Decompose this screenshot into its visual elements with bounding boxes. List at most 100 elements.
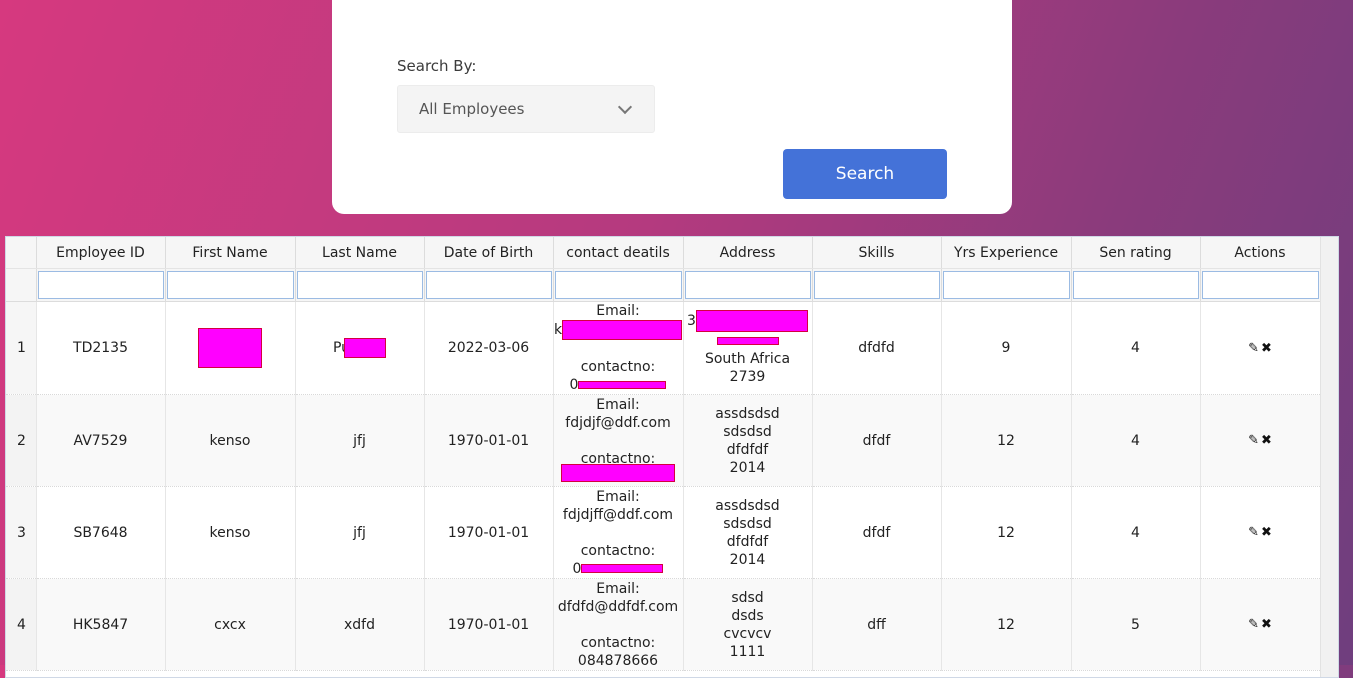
address-cell: 3 South Africa 2739	[683, 301, 813, 395]
header-yrs-experience[interactable]: Yrs Experience	[941, 237, 1072, 269]
email-label: Email:	[596, 396, 640, 413]
filter-yrs-experience-input[interactable]	[942, 271, 1070, 299]
filter-last-name-input[interactable]	[296, 271, 423, 299]
email-value: fdjdjf@ddf.com	[565, 414, 671, 431]
table-row[interactable]: 1 TD2135 Pu 2022-03-06 Email: k contactn…	[6, 301, 1321, 395]
filter-first-name-input[interactable]	[166, 271, 294, 299]
filter-skills-input[interactable]	[813, 271, 940, 299]
contact-line: 0	[554, 376, 683, 394]
contact-label: contactno:	[580, 359, 656, 375]
first-name-cell: kenso	[165, 486, 296, 579]
filter-date-of-birth-input[interactable]	[425, 271, 552, 299]
employee-id-cell: TD2135	[36, 301, 166, 395]
row-number: 2	[6, 394, 37, 487]
contact-label: contactno:	[580, 542, 656, 559]
email-value: dfdfd@ddfdf.com	[557, 598, 679, 615]
contact-label: contactno:	[580, 634, 656, 651]
filter-row	[6, 268, 1321, 302]
email-label: Email:	[596, 488, 640, 505]
email-label: Email:	[596, 580, 640, 597]
address-line: dsds	[731, 607, 764, 624]
address-line: South Africa	[704, 351, 791, 367]
redaction-block	[716, 337, 779, 345]
row-number: 4	[6, 578, 37, 671]
contact-value: 084878666	[577, 652, 659, 669]
header-first-name[interactable]: First Name	[165, 237, 296, 269]
address-cell: assdsdsd sdsdsd dfdfdf 2014	[683, 394, 813, 487]
row-number: 3	[6, 486, 37, 579]
address-line: dfdfdf	[726, 441, 769, 458]
filter-contact-details-input[interactable]	[554, 271, 682, 299]
close-icon[interactable]: ✖	[1261, 432, 1272, 450]
yrs-experience-cell: 12	[941, 394, 1072, 487]
last-name-cell: xdfd	[295, 578, 425, 671]
pencil-icon[interactable]: ✎	[1248, 616, 1259, 634]
address-line: sdsdsd	[723, 515, 772, 532]
header-row: Employee ID First Name Last Name Date of…	[6, 237, 1321, 269]
header-sen-rating[interactable]: Sen rating	[1071, 237, 1201, 269]
employee-id-cell: AV7529	[36, 394, 166, 487]
address-line: 2739	[729, 369, 766, 385]
table-row[interactable]: 2 AV7529 kenso jfj 1970-01-01 Email: fdj…	[6, 394, 1321, 487]
pencil-icon[interactable]: ✎	[1248, 524, 1259, 542]
last-name-cell: Pu	[295, 301, 425, 395]
sen-rating-cell: 5	[1071, 578, 1201, 671]
close-icon[interactable]: ✖	[1261, 616, 1272, 634]
employee-grid: Employee ID First Name Last Name Date of…	[5, 236, 1339, 678]
header-contact-details[interactable]: contact deatils	[553, 237, 684, 269]
close-icon[interactable]: ✖	[1261, 340, 1272, 358]
redaction-block	[581, 564, 664, 573]
vertical-scrollbar[interactable]	[1320, 237, 1338, 677]
chevron-down-icon	[617, 99, 633, 115]
sen-rating-cell: 4	[1071, 301, 1201, 395]
actions-cell: ✎ ✖	[1200, 486, 1321, 579]
address-line-text: 3	[687, 313, 696, 329]
last-name-cell: jfj	[295, 486, 425, 579]
contact-details-cell: Email: k contactno: 0	[553, 301, 684, 395]
search-button[interactable]: Search	[783, 149, 947, 199]
date-of-birth-cell: 1970-01-01	[424, 394, 554, 487]
email-value: fdjdjff@ddf.com	[562, 506, 674, 523]
header-employee-id[interactable]: Employee ID	[36, 237, 166, 269]
header-address[interactable]: Address	[683, 237, 813, 269]
date-of-birth-cell: 1970-01-01	[424, 486, 554, 579]
employee-id-cell: SB7648	[36, 486, 166, 579]
header-date-of-birth[interactable]: Date of Birth	[424, 237, 554, 269]
address-cell: sdsd dsds cvcvcv 1111	[683, 578, 813, 671]
contact-line: 0	[554, 560, 683, 578]
row-number: 1	[6, 301, 37, 395]
spacer-line	[554, 340, 683, 358]
address-line: sdsdsd	[723, 423, 772, 440]
header-last-name[interactable]: Last Name	[295, 237, 425, 269]
filter-address-input[interactable]	[684, 271, 811, 299]
pencil-icon[interactable]: ✎	[1248, 340, 1259, 358]
address-line: 1111	[729, 643, 766, 660]
search-by-selected-value: All Employees	[419, 100, 525, 118]
address-cell: assdsdsd sdsdsd dfdfdf 2014	[683, 486, 813, 579]
first-name-cell: cxcx	[165, 578, 296, 671]
redaction-block	[562, 320, 682, 340]
search-by-select[interactable]: All Employees	[397, 85, 655, 133]
header-rownum	[6, 237, 37, 269]
contact-details-cell: Email: fdjdjf@ddf.com contactno:	[553, 394, 684, 487]
contact-details-cell: Email: fdjdjff@ddf.com contactno: 0	[553, 486, 684, 579]
table-row[interactable]: 4 HK5847 cxcx xdfd 1970-01-01 Email: dfd…	[6, 578, 1321, 671]
employee-id-cell: HK5847	[36, 578, 166, 671]
spacer-line	[554, 616, 683, 634]
last-name-cell: jfj	[295, 394, 425, 487]
contact-line	[554, 463, 683, 486]
filter-sen-rating-input[interactable]	[1072, 271, 1199, 299]
redaction-block	[198, 328, 262, 368]
address-line: cvcvcv	[723, 625, 772, 642]
close-icon[interactable]: ✖	[1261, 524, 1272, 542]
filter-employee-id-input[interactable]	[37, 271, 164, 299]
filter-actions-input[interactable]	[1201, 271, 1319, 299]
employee-table: Employee ID First Name Last Name Date of…	[6, 237, 1321, 671]
address-line: assdsdsd	[715, 497, 780, 514]
redaction-block	[561, 463, 675, 482]
header-skills[interactable]: Skills	[812, 237, 942, 269]
date-of-birth-cell: 1970-01-01	[424, 578, 554, 671]
header-actions: Actions	[1200, 237, 1321, 269]
table-row[interactable]: 3 SB7648 kenso jfj 1970-01-01 Email: fdj…	[6, 486, 1321, 579]
pencil-icon[interactable]: ✎	[1248, 432, 1259, 450]
